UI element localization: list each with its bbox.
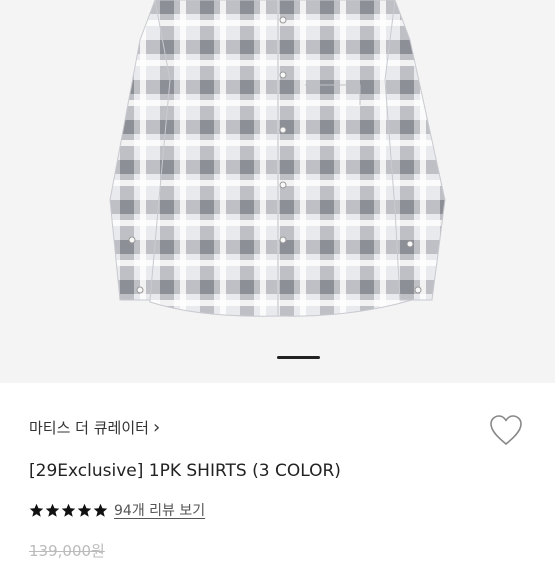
star-icon [77, 503, 92, 517]
star-icon [61, 503, 76, 517]
product-title: [29Exclusive] 1PK SHIRTS (3 COLOR) [29, 461, 341, 481]
original-price: 139,000원 [29, 542, 105, 560]
review-link[interactable]: 94개 리뷰 보기 [114, 500, 205, 520]
brand-link[interactable]: 마티스 더 큐레이터 › [29, 417, 160, 438]
rating-row: 94개 리뷰 보기 [29, 500, 205, 520]
product-image [109, 0, 446, 317]
rating-stars [29, 503, 108, 518]
chevron-right-icon: › [152, 416, 161, 438]
star-icon [93, 503, 108, 517]
star-icon [45, 503, 60, 517]
wishlist-button[interactable] [488, 413, 524, 447]
brand-label: 마티스 더 큐레이터 [29, 419, 149, 437]
gallery-pager-indicator [277, 356, 320, 359]
product-image-gallery[interactable] [0, 0, 555, 383]
star-icon [29, 503, 44, 517]
heart-outline-icon [490, 415, 522, 445]
